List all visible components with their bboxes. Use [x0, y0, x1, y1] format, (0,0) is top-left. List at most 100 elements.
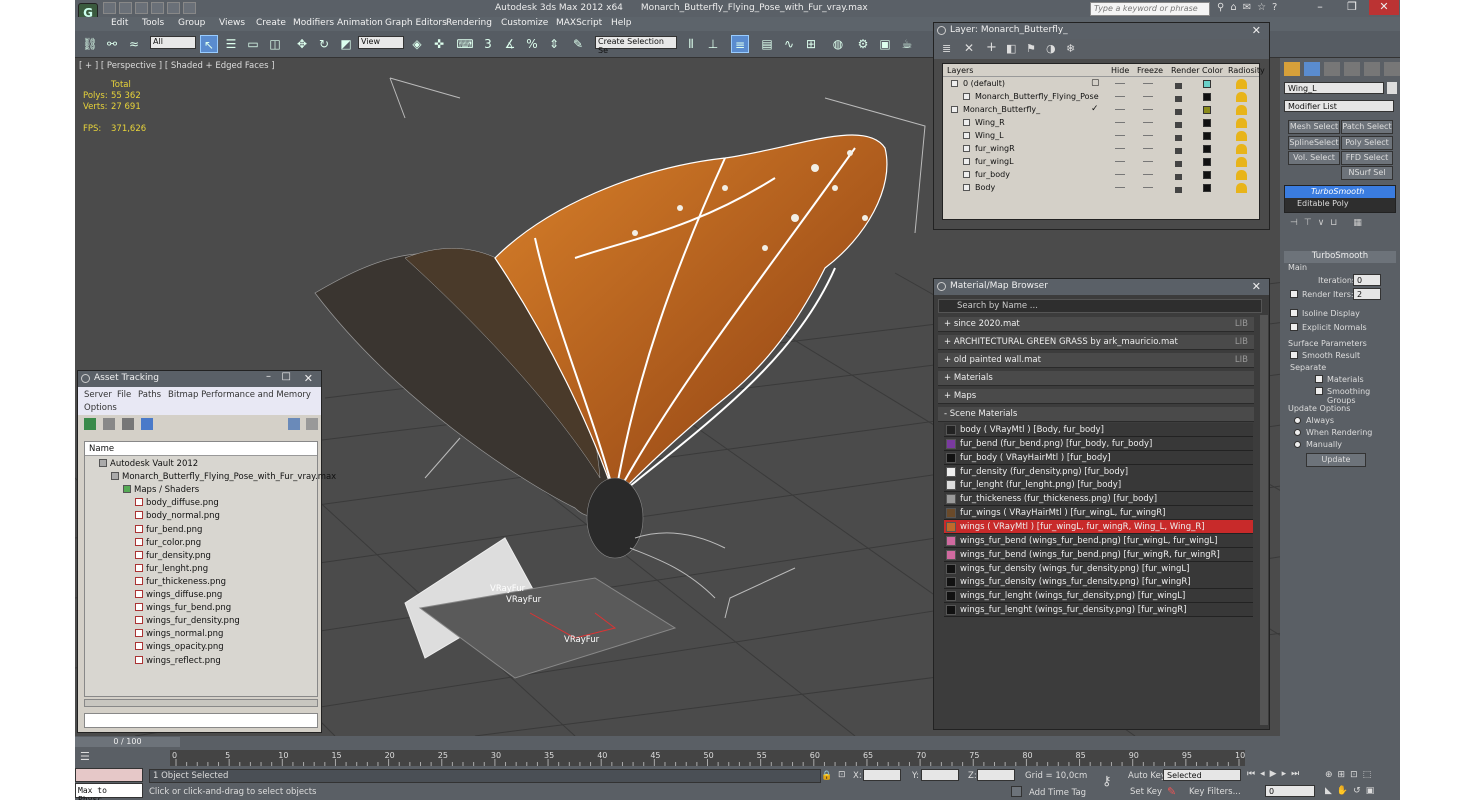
delete-layer-icon[interactable]: ✕ — [964, 41, 974, 55]
asset-item[interactable]: fur_thickeness.png — [135, 576, 226, 587]
poly-select-button[interactable]: Poly Select — [1341, 136, 1393, 150]
create-layer-icon[interactable]: ≣ — [942, 42, 951, 55]
layer-row[interactable]: 0 (default) ▢ — [943, 78, 1260, 91]
add-to-layer-icon[interactable]: + — [986, 40, 997, 55]
asset-hscrollbar[interactable] — [84, 699, 318, 707]
object-icon[interactable] — [963, 93, 970, 100]
library-group-header[interactable]: + old painted wall.mat LIB — [938, 353, 1254, 368]
set-key-icon[interactable]: ✎ — [1167, 785, 1176, 798]
scene-material-item[interactable]: wings ( VRayMtl ) [fur_wingL, fur_wingR,… — [944, 519, 1253, 534]
layer-row[interactable]: fur_body — [943, 169, 1260, 182]
layer-row[interactable]: Wing_R — [943, 117, 1260, 130]
hide-toggle[interactable] — [1115, 161, 1125, 162]
field-of-view-icon[interactable]: ◣ — [1325, 786, 1332, 796]
project-folder-icon[interactable] — [183, 2, 196, 14]
maximize-viewport-icon[interactable]: ⬚ — [1363, 770, 1372, 780]
scene-material-item[interactable]: wings_fur_lenght (wings_fur_density.png)… — [944, 603, 1253, 618]
graphite-tools-icon[interactable]: ▤ — [758, 35, 776, 53]
menu-modifiers[interactable]: Modifiers — [293, 18, 334, 28]
remove-modifier-icon[interactable]: ⊔ — [1330, 218, 1337, 232]
mesh-select-button[interactable]: Mesh Select — [1288, 120, 1340, 134]
save-file-icon[interactable] — [135, 2, 148, 14]
col-color[interactable]: Color — [1202, 66, 1223, 75]
asset-item[interactable]: wings_opacity.png — [135, 642, 224, 652]
layer-row[interactable]: fur_wingL — [943, 156, 1260, 169]
selection-filter-dropdown[interactable]: All — [150, 36, 196, 49]
material-browser-titlebar[interactable]: Material/Map Browser ✕ — [934, 279, 1269, 295]
render-production-icon[interactable]: ☕ — [898, 35, 916, 53]
viewport-label[interactable]: [ + ] [ Perspective ] [ Shaded + Edged F… — [79, 61, 275, 71]
layer-row[interactable]: fur_wingR — [943, 143, 1260, 156]
hide-toggle[interactable] — [1115, 148, 1125, 149]
layer-row[interactable]: Wing_L — [943, 130, 1260, 143]
asset-name-column[interactable]: Name — [85, 442, 317, 456]
align-icon[interactable]: ⊥ — [704, 35, 722, 53]
asset-path-field[interactable] — [84, 713, 318, 728]
refresh-icon[interactable] — [84, 418, 96, 430]
utilities-tab-icon[interactable] — [1384, 62, 1400, 76]
render-toggle-icon[interactable] — [1175, 96, 1182, 102]
select-rotate-icon[interactable]: ↻ — [315, 35, 333, 53]
scene-material-item[interactable]: wings_fur_bend (wings_fur_bend.png) [fur… — [944, 547, 1253, 562]
motion-tab-icon[interactable] — [1344, 62, 1360, 76]
iterations-spinner[interactable]: 0 — [1353, 274, 1381, 286]
hide-toggle[interactable] — [1115, 96, 1125, 97]
render-setup-icon[interactable]: ⚙ — [854, 35, 872, 53]
menu-graph-editors[interactable]: Graph Editors — [385, 18, 447, 28]
schematic-view-icon[interactable]: ⊞ — [802, 35, 820, 53]
asset-item[interactable]: wings_reflect.png — [135, 655, 221, 666]
select-manipulate-icon[interactable]: ✜ — [430, 35, 448, 53]
hide-toggle[interactable] — [1115, 122, 1125, 123]
object-icon[interactable] — [963, 171, 970, 178]
col-layers[interactable]: Layers — [947, 66, 973, 75]
link-icon[interactable]: ⛓ — [81, 35, 99, 53]
update-button[interactable]: Update — [1306, 453, 1366, 467]
scene-material-item[interactable]: fur_thickeness (fur_thickeness.png) [fur… — [944, 492, 1253, 507]
layer-color-swatch[interactable] — [1203, 80, 1211, 88]
undo-icon[interactable] — [151, 2, 164, 14]
key-filters-button[interactable]: Key Filters... — [1189, 787, 1241, 797]
render-iters-checkbox[interactable] — [1290, 290, 1298, 298]
render-toggle-icon[interactable] — [1175, 83, 1182, 89]
scene-material-item[interactable]: wings_fur_density (wings_fur_density.png… — [944, 561, 1253, 576]
angle-snap-icon[interactable]: ∡ — [501, 35, 519, 53]
library-group-header[interactable]: + Materials — [938, 371, 1254, 386]
zoom-all-icon[interactable]: ⊞ — [1338, 770, 1346, 780]
isoline-checkbox[interactable] — [1290, 309, 1298, 317]
percent-snap-icon[interactable]: % — [523, 35, 541, 53]
asset-item[interactable]: Maps / Shaders — [123, 485, 199, 495]
select-scale-icon[interactable]: ◩ — [337, 35, 355, 53]
time-tag-icon[interactable] — [1011, 786, 1022, 797]
render-toggle-icon[interactable] — [1175, 174, 1182, 180]
help-icon[interactable] — [288, 418, 300, 430]
create-tab-icon[interactable] — [1284, 62, 1300, 76]
layer-row[interactable]: Monarch_Butterfly_ ✓ — [943, 104, 1260, 117]
freeze-toggle[interactable] — [1143, 148, 1153, 149]
col-render[interactable]: Render — [1171, 66, 1199, 75]
help-icon[interactable]: ? — [1272, 2, 1277, 13]
keyword-search-input[interactable]: Type a keyword or phrase — [1090, 2, 1210, 16]
modifier-list-dropdown[interactable]: Modifier List — [1284, 100, 1394, 112]
object-icon[interactable] — [963, 184, 970, 191]
asset-item[interactable]: wings_fur_bend.png — [135, 603, 231, 613]
time-slider[interactable]: 0 / 100 — [75, 737, 180, 747]
freeze-toggle[interactable] — [1143, 135, 1153, 136]
settings-icon[interactable] — [306, 418, 318, 430]
nsurf-select-button[interactable]: NSurf Sel — [1341, 166, 1393, 180]
asset-item[interactable]: body_normal.png — [135, 511, 220, 521]
asset-item[interactable]: body_diffuse.png — [135, 498, 219, 508]
layer-manager-icon[interactable]: ≡ — [731, 35, 749, 53]
close-icon[interactable]: ✕ — [1252, 280, 1261, 293]
col-hide[interactable]: Hide — [1111, 66, 1129, 75]
mirror-icon[interactable]: ⫴ — [682, 35, 700, 53]
hierarchy-tab-icon[interactable] — [1324, 62, 1340, 76]
stack-turbosmooth[interactable]: TurboSmooth — [1285, 186, 1395, 198]
zoom-extents-icon[interactable]: ⊡ — [1350, 770, 1358, 780]
scene-material-item[interactable]: fur_density (fur_density.png) [fur_body] — [944, 464, 1253, 479]
col-freeze[interactable]: Freeze — [1137, 66, 1163, 75]
spline-select-button[interactable]: SplineSelect — [1288, 136, 1340, 150]
configure-sets-icon[interactable]: ▦ — [1353, 218, 1362, 232]
radiosity-icon[interactable] — [1236, 170, 1247, 180]
menu-maxscript[interactable]: MAXScript — [556, 18, 602, 28]
asset-item[interactable]: Monarch_Butterfly_Flying_Pose_with_Fur_v… — [111, 472, 336, 482]
